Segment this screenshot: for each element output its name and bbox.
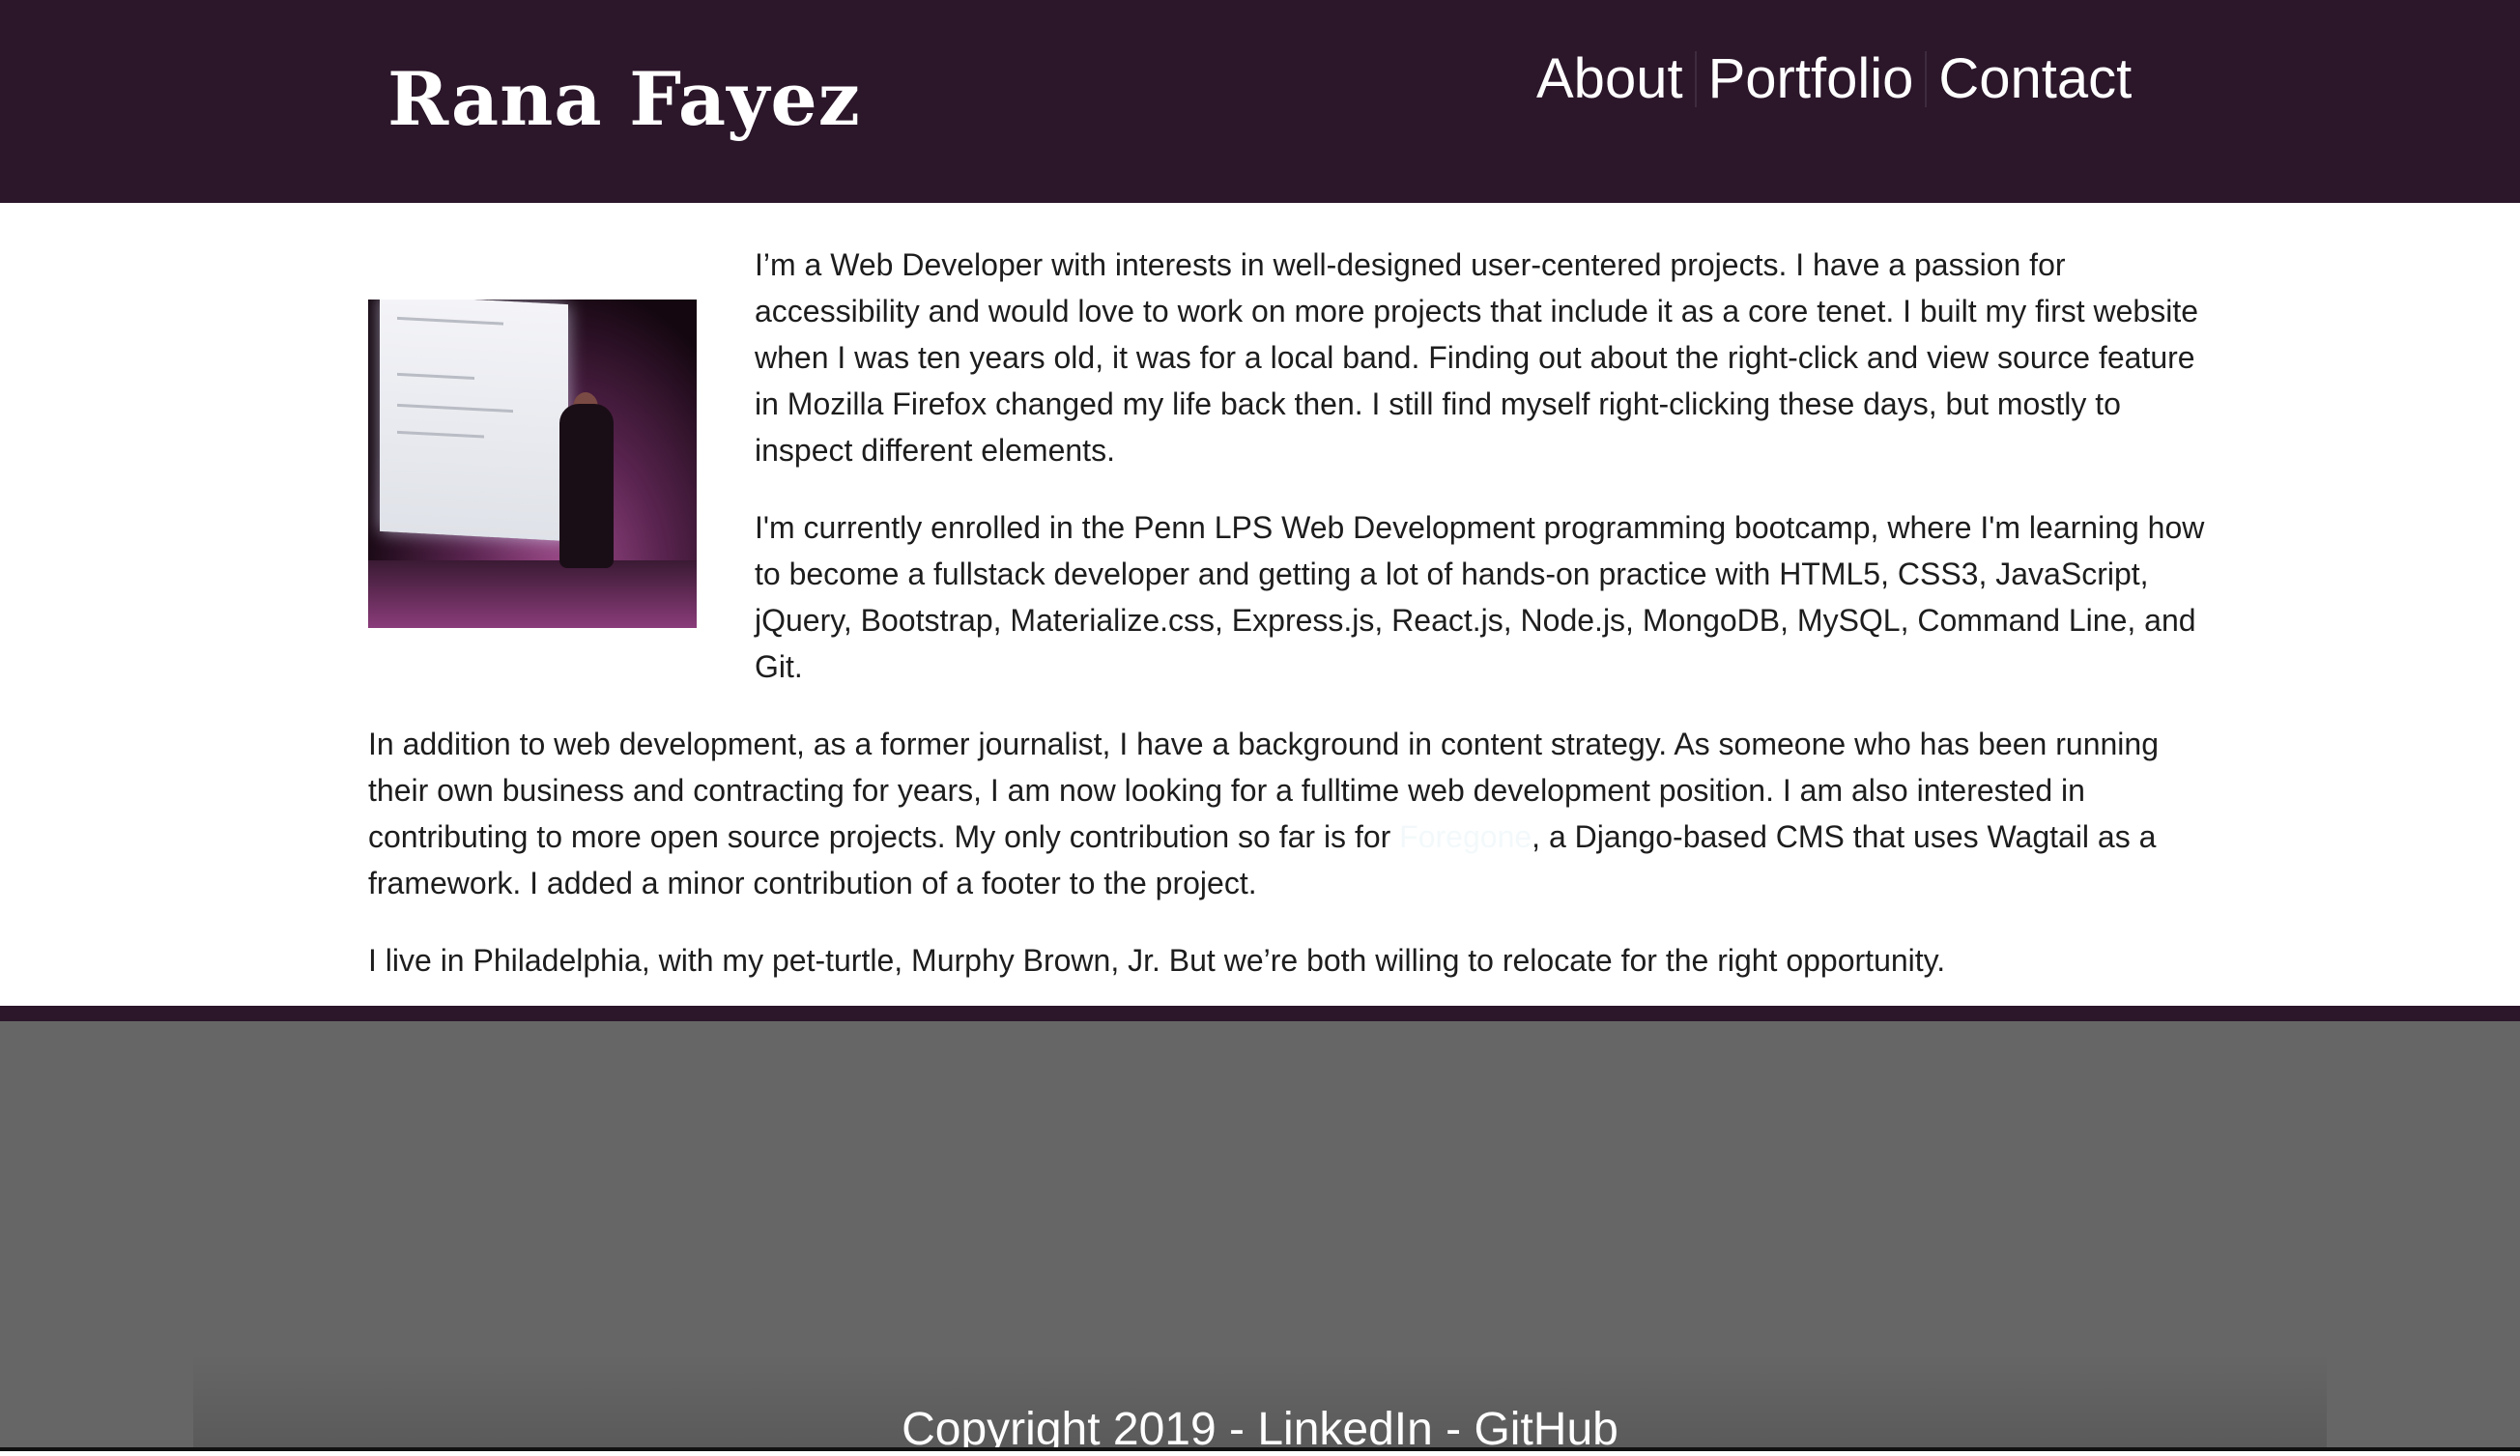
- stage-floor: [368, 560, 697, 628]
- nav-divider: [1925, 50, 1928, 107]
- nav-about-link[interactable]: About: [1536, 46, 1683, 111]
- profile-photo: [368, 300, 697, 628]
- site-title[interactable]: Rana Fayez: [387, 56, 861, 142]
- about-paragraph-4: I live in Philadelphia, with my pet-turt…: [368, 943, 1946, 978]
- foregone-link[interactable]: Foregone: [1399, 819, 1532, 854]
- about-section: I’m a Web Developer with interests in we…: [368, 242, 2223, 1014]
- site-header: Rana Fayez About Portfolio Contact: [0, 0, 2520, 203]
- footer-divider: [0, 1006, 2520, 1021]
- nav-divider: [1694, 50, 1697, 107]
- nav-portfolio-link[interactable]: Portfolio: [1708, 46, 1914, 111]
- main-nav: About Portfolio Contact: [1536, 46, 2132, 111]
- about-paragraph-3: In addition to web development, as a for…: [368, 721, 2223, 906]
- nav-contact-link[interactable]: Contact: [1938, 46, 2132, 111]
- speaker-figure: [559, 404, 614, 568]
- window-bottom-edge: [0, 1447, 2520, 1451]
- projector-screen: [380, 300, 568, 542]
